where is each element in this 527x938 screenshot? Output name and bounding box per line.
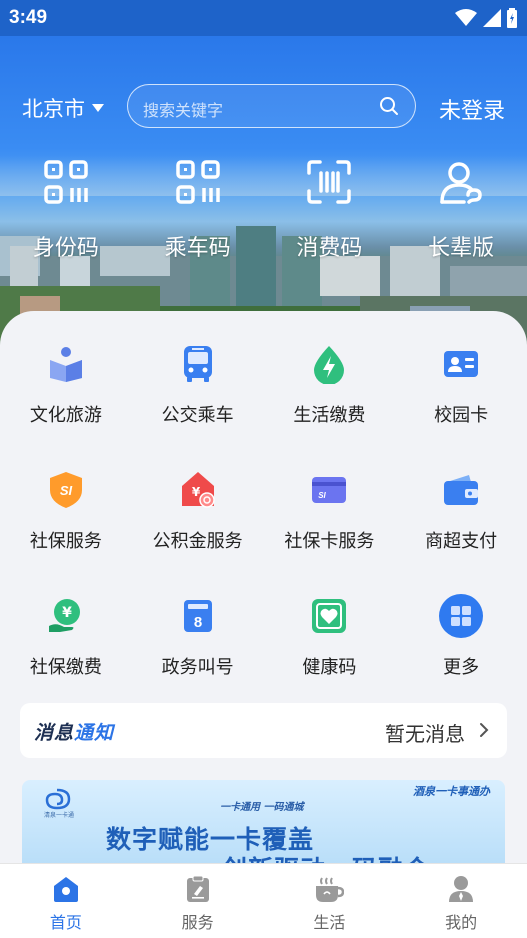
service-housing-fund[interactable]: ¥ 公积金服务 — [132, 467, 264, 593]
search-icon — [380, 97, 398, 115]
scan-barcode-icon — [307, 160, 352, 204]
wallet-icon — [444, 475, 479, 505]
login-link[interactable]: 未登录 — [439, 93, 505, 125]
services-panel: 文化旅游 公交乘车 生活缴费 校园卡 SI 社保服务 ¥ 公积金服务 SI 社保… — [0, 311, 527, 711]
status-icons — [455, 8, 517, 28]
service-label: 社保缴费 — [29, 657, 102, 678]
qr-code-icon — [44, 160, 88, 204]
search-input[interactable]: 搜索关键字 — [127, 84, 416, 128]
service-label: 公积金服务 — [152, 531, 243, 552]
service-icon — [186, 875, 209, 902]
tab-label: 我的 — [445, 913, 478, 932]
service-bus[interactable]: 公交乘车 — [132, 341, 264, 467]
message-title: 消息通知 — [34, 722, 115, 744]
service-culture-travel[interactable]: 文化旅游 — [0, 341, 132, 467]
services-grid: 文化旅游 公交乘车 生活缴费 校园卡 SI 社保服务 ¥ 公积金服务 SI 社保… — [0, 341, 527, 719]
svg-text:SI: SI — [60, 483, 73, 498]
health-code-icon — [312, 599, 347, 633]
brand-text: 清泉一卡通 — [44, 812, 75, 819]
housing-fund-icon: ¥ — [181, 472, 215, 508]
service-mall-payment[interactable]: 商超支付 — [395, 467, 527, 593]
message-status: 暂无消息 — [385, 722, 465, 746]
brand-logo — [45, 788, 71, 810]
quick-label: 消费码 — [296, 236, 363, 261]
svg-text:SI: SI — [319, 491, 327, 500]
home-icon — [53, 877, 78, 902]
hero-header: 北京市 搜索关键字 未登录 身份码 乘车码 消费码 长辈版 — [0, 36, 527, 356]
social-security-icon: SI — [49, 472, 82, 508]
svg-text:8: 8 — [193, 614, 201, 631]
service-label: 公交乘车 — [161, 405, 234, 426]
tab-life[interactable]: 生活 — [264, 864, 396, 938]
service-more[interactable]: 更多 — [395, 593, 527, 719]
service-social-security-payment[interactable]: ¥ 社保缴费 — [0, 593, 132, 719]
bottom-nav: 首页 服务 生活 我的 — [0, 863, 527, 938]
quick-actions: 身份码 乘车码 消费码 长辈版 — [0, 156, 527, 262]
message-notification-bar[interactable]: 消息通知 暂无消息 — [20, 703, 507, 758]
tab-label: 服务 — [181, 913, 214, 932]
culture-travel-icon — [49, 347, 82, 382]
service-social-security[interactable]: SI 社保服务 — [0, 467, 132, 593]
bus-icon — [183, 346, 212, 382]
service-label: 校园卡 — [434, 405, 489, 426]
social-security-card-icon: SI — [312, 477, 347, 503]
signal-icon — [483, 9, 501, 27]
service-utility-payment[interactable]: 生活缴费 — [264, 341, 396, 467]
service-social-security-card[interactable]: SI 社保卡服务 — [264, 467, 396, 593]
banner-subtitle: 一卡通用 一码通城 — [220, 802, 304, 813]
quick-label: 身份码 — [32, 236, 99, 261]
profile-icon — [449, 876, 474, 902]
service-label: 文化旅游 — [29, 405, 102, 426]
tab-label: 生活 — [313, 913, 346, 932]
service-label: 生活缴费 — [293, 405, 366, 426]
social-security-payment-icon: ¥ — [48, 599, 80, 632]
svg-text:¥: ¥ — [62, 605, 72, 621]
campus-card-icon — [444, 351, 479, 377]
life-icon — [316, 877, 345, 902]
service-label: 商超支付 — [425, 531, 498, 552]
tab-profile[interactable]: 我的 — [395, 864, 527, 938]
qr-code-icon — [175, 160, 220, 204]
service-label: 更多 — [443, 657, 480, 678]
utility-payment-icon — [314, 346, 345, 384]
quick-elder-mode[interactable]: 长辈版 — [395, 156, 527, 262]
quick-payment-code[interactable]: 消费码 — [264, 156, 396, 262]
service-label: 健康码 — [302, 657, 357, 678]
wifi-icon — [455, 9, 477, 26]
search-placeholder: 搜索关键字 — [143, 101, 224, 120]
status-time: 3:49 — [9, 7, 48, 28]
status-bar: 3:49 — [0, 0, 527, 36]
tab-label: 首页 — [49, 913, 82, 932]
quick-label: 长辈版 — [428, 236, 495, 261]
tab-home[interactable]: 首页 — [0, 864, 132, 938]
service-campus-card[interactable]: 校园卡 — [395, 341, 527, 467]
quick-ride-code[interactable]: 乘车码 — [132, 156, 264, 262]
quick-identity-code[interactable]: 身份码 — [0, 156, 132, 262]
top-bar: 北京市 搜索关键字 未登录 — [0, 84, 527, 128]
service-label: 政务叫号 — [161, 657, 234, 678]
battery-icon — [507, 8, 517, 28]
service-label: 社保服务 — [29, 531, 102, 552]
queue-number-icon: 8 — [183, 600, 212, 632]
banner-slogan: 酒泉一卡事通办 — [413, 785, 490, 798]
service-queue-number[interactable]: 8 政务叫号 — [132, 593, 264, 719]
city-selector[interactable]: 北京市 — [22, 93, 104, 123]
service-label: 社保卡服务 — [284, 531, 375, 552]
service-health-code[interactable]: 健康码 — [264, 593, 396, 719]
promo-banner[interactable]: 清泉一卡通 一卡通用 一码通城 酒泉一卡事通办 数字赋能一卡覆盖 创新驱动一码融… — [22, 780, 505, 870]
quick-label: 乘车码 — [164, 236, 231, 261]
city-name: 北京市 — [22, 97, 85, 121]
more-grid-icon — [439, 594, 484, 638]
caret-down-icon — [92, 104, 104, 112]
svg-text:¥: ¥ — [191, 485, 200, 499]
tab-service[interactable]: 服务 — [132, 864, 264, 938]
chevron-right-icon — [480, 723, 489, 737]
elder-user-icon — [440, 162, 482, 204]
